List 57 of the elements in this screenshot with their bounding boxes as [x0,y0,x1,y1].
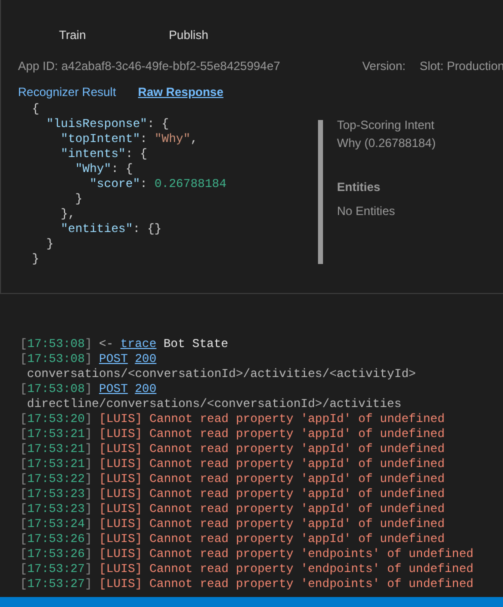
entities-heading: Entities [337,179,382,196]
version-label: Version: [362,58,406,75]
request-path: conversations/<conversationId>/activities/<activityId> [27,366,416,382]
timestamp: [17:53:24] [20,516,92,532]
timestamp: [17:53:26] [20,530,92,548]
code-line: } [74,192,84,207]
error-message: [LUIS] Cannot read property 'appId' of undefined [99,486,445,502]
toolbar-button[interactable]: Publish [160,26,216,44]
intent-heading: Top-Scoring Intent [337,117,436,134]
method-link[interactable]: POST [99,380,128,398]
intent-value: Why (0.26788184) [337,135,436,152]
timestamp: [17:53:27] [20,560,92,578]
code-line: "intents": { [60,147,148,162]
code-line: } [32,252,40,267]
error-message: [LUIS] Cannot read property 'appId' of undefined [99,530,445,548]
log-message: Bot State [163,336,228,352]
entities-value: No Entities [337,203,396,220]
code-line: "topIntent": "Why", [60,132,199,147]
code-line: "entities": {} [60,222,163,237]
status-link[interactable]: 200 [134,380,156,398]
method-link[interactable]: POST [99,350,128,368]
code-line: }, [60,207,76,222]
timestamp: [17:53:21] [20,456,92,472]
code-line: "luisResponse": { [45,117,170,132]
app-id: App ID: a42abaf8-3c46-49fe-bbf2-55e8425994e7 [18,58,280,75]
tab[interactable]: Raw Response [138,83,224,101]
code-line: { [32,102,40,117]
error-message: [LUIS] Cannot read property 'appId' of undefined [99,500,445,518]
timestamp: [17:53:08] [20,380,92,398]
error-message: [LUIS] Cannot read property 'appId' of undefined [99,516,445,532]
timestamp: [17:53:27] [20,576,92,592]
error-message: [LUIS] Cannot read property 'endpoints' of undefined [99,576,474,592]
error-message: [LUIS] Cannot read property 'appId' of undefined [99,440,445,458]
error-message: [LUIS] Cannot read property 'appId' of undefined [99,456,445,472]
trace-link[interactable]: trace [120,334,156,352]
timestamp: [17:53:23] [20,486,92,502]
direction-arrow: <- [99,336,114,352]
tab[interactable]: Recognizer Result [18,83,116,101]
request-path: directline/conversations/<conversationId>/activities [27,396,402,412]
error-message: [LUIS] Cannot read property 'appId' of undefined [99,426,445,442]
timestamp: [17:53:22] [20,470,92,488]
code-line: "Why": { [74,162,134,177]
code-line: } [45,237,55,252]
error-message: [LUIS] Cannot read property 'endpoints' of undefined [99,560,474,578]
error-message: [LUIS] Cannot read property 'appId' of undefined [99,410,445,428]
timestamp: [17:53:08] [20,336,92,352]
timestamp: [17:53:21] [20,440,92,458]
code-line: "score": 0.26788184 [88,177,228,192]
timestamp: [17:53:23] [20,500,92,518]
error-message: [LUIS] Cannot read property 'endpoints' of undefined [99,546,474,562]
timestamp: [17:53:26] [20,546,92,562]
timestamp: [17:53:21] [20,426,92,442]
status-link[interactable]: 200 [134,350,156,368]
timestamp: [17:53:20] [20,410,92,428]
timestamp: [17:53:08] [20,350,92,368]
toolbar-button[interactable]: Train [51,26,94,44]
error-message: [LUIS] Cannot read property 'appId' of undefined [99,470,445,488]
